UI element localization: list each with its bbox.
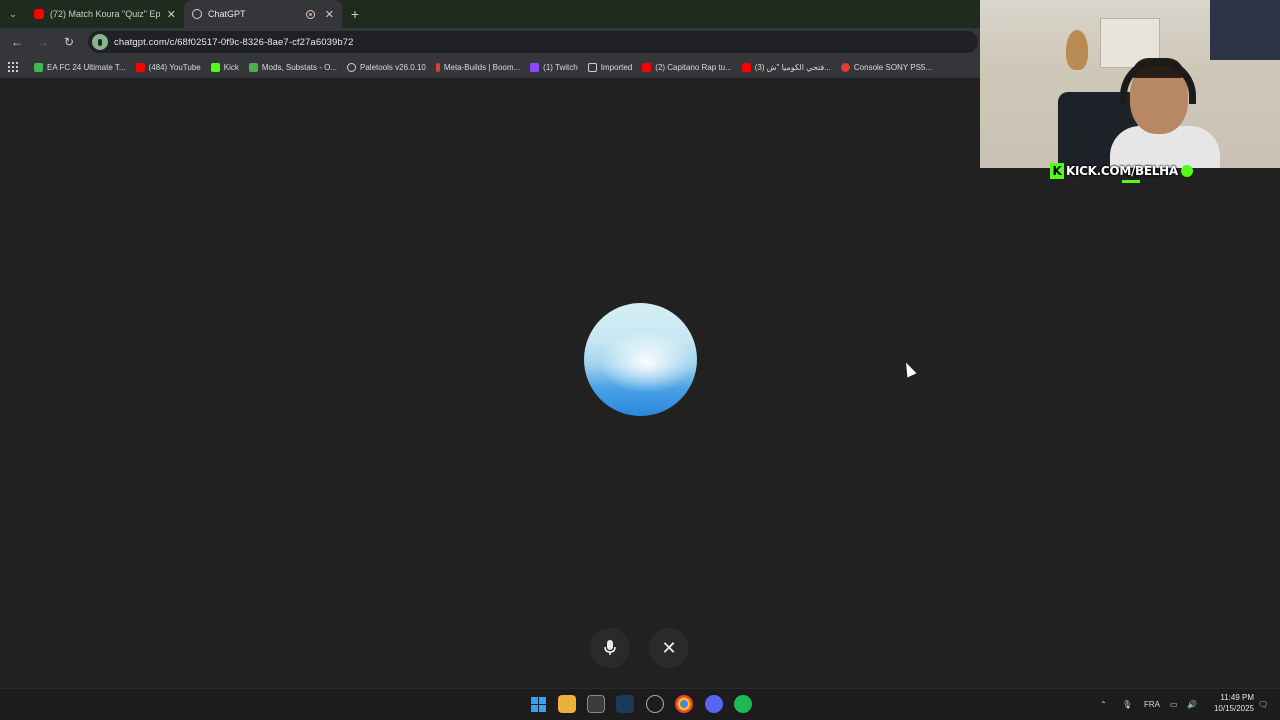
bookmark-mods[interactable]: Mods, Substats - O... [248, 62, 338, 72]
back-button[interactable]: ← [6, 31, 28, 53]
bookmark-label: (2) Capitano Rap tu... [655, 62, 732, 72]
recording-icon [305, 9, 315, 19]
tab-youtube[interactable]: (72) Match Koura "Quiz" Ep 03 • ✕ [26, 0, 184, 28]
kick-icon [210, 62, 220, 72]
address-bar[interactable]: chatgpt.com/c/68f02517-0f9c-8326-8ae7-cf… [88, 31, 978, 53]
mouse-cursor [901, 360, 917, 378]
tab-strip: ⌄ (72) Match Koura "Quiz" Ep 03 • ✕ Chat… [0, 0, 980, 28]
close-icon[interactable]: ✕ [325, 8, 334, 21]
channel-name: KICK.COM/BELHA [1066, 164, 1178, 178]
wall-poster [1210, 0, 1280, 60]
bookmark-label: Mods, Substats - O... [261, 62, 338, 72]
new-tab-button[interactable]: + [342, 0, 368, 28]
bookmark-twitch[interactable]: (1) Twitch [530, 62, 578, 72]
globe-icon [347, 62, 357, 72]
network-icon[interactable]: ▭ [1170, 688, 1178, 720]
end-voice-button[interactable]: ✕ [649, 628, 689, 668]
volume-icon[interactable]: 🔊 [1187, 688, 1197, 720]
bookmark-label: EA FC 24 Ultimate T... [47, 62, 126, 72]
bookmark-arabic-video[interactable]: (3) فتحي الكوميا "ش... [741, 62, 831, 72]
youtube-icon [642, 62, 652, 72]
tab-chatgpt[interactable]: ChatGPT ✕ [184, 0, 342, 28]
openai-icon [192, 9, 202, 19]
bookmark-label: Console SONY PS5... [853, 62, 933, 72]
tab-search-button[interactable]: ⌄ [0, 0, 26, 28]
microphone-icon [604, 640, 616, 655]
close-icon: ✕ [661, 637, 677, 658]
settings-icon[interactable] [646, 695, 664, 713]
clock-date: 10/15/2025 [1213, 704, 1254, 713]
show-hidden-icons-button[interactable]: ⌃ [1100, 688, 1107, 720]
bookmark-label: Imported [600, 62, 633, 72]
bookmark-kick[interactable]: Kick [210, 62, 239, 72]
bookmark-youtube[interactable]: (484) YouTube [135, 62, 201, 72]
bookmark-capitano[interactable]: (2) Capitano Rap tu... [642, 62, 732, 72]
microphone-icon[interactable] [92, 34, 108, 50]
bookmark-label: (3) فتحي الكوميا "ش... [754, 62, 831, 72]
bookmark-label: (484) YouTube [148, 62, 201, 72]
tab-title: ChatGPT [208, 9, 246, 19]
url-text: chatgpt.com/c/68f02517-0f9c-8326-8ae7-cf… [114, 36, 354, 48]
youtube-icon [741, 62, 751, 72]
microphone-tray-icon[interactable]: 🎙 [1122, 688, 1132, 720]
notification-icon[interactable]: 🗨 [1258, 688, 1268, 720]
voice-orb [584, 303, 697, 416]
windows-start-icon[interactable] [529, 695, 547, 713]
bookmark-label: Meta-Builds | Boom... [443, 62, 521, 72]
forward-button[interactable]: → [32, 31, 54, 53]
file-explorer-icon[interactable] [558, 695, 576, 713]
store-icon[interactable] [587, 695, 605, 713]
bookmark-label: Kick [223, 62, 239, 72]
discord-icon[interactable] [705, 695, 723, 713]
language-indicator[interactable]: FRA [1144, 688, 1160, 720]
bookmark-paletools[interactable]: Paletools v26.0.10 [347, 62, 426, 72]
twitch-icon [530, 62, 540, 72]
mods-icon [248, 62, 258, 72]
youtube-icon [34, 9, 44, 19]
kick-channel-badge: K KICK.COM/BELHA [1050, 162, 1193, 180]
mute-microphone-button[interactable] [590, 628, 630, 668]
webcam-overlay [980, 0, 1280, 168]
youtube-icon [135, 62, 145, 72]
bookmark-label: (1) Twitch [543, 62, 578, 72]
apps-grid-icon[interactable] [8, 62, 18, 72]
close-icon[interactable]: ✕ [167, 8, 176, 21]
clock-time: 11:49 PM [1220, 693, 1254, 702]
bookmarks-bar: EA FC 24 Ultimate T... (484) YouTube Kic… [0, 56, 980, 78]
bookmark-ea-fc[interactable]: EA FC 24 Ultimate T... [34, 62, 126, 72]
folder-icon [587, 62, 597, 72]
system-clock[interactable]: 11:49 PM 10/15/2025 [1206, 692, 1254, 714]
screen: ⌄ (72) Match Koura "Quiz" Ep 03 • ✕ Chat… [0, 0, 1280, 720]
kick-logo-icon: K [1050, 163, 1064, 179]
browser-toolbar: ← → ↻ chatgpt.com/c/68f02517-0f9c-8326-8… [0, 28, 980, 56]
bookmark-label: Paletools v26.0.10 [360, 62, 426, 72]
spotify-icon[interactable] [734, 695, 752, 713]
chrome-icon[interactable] [675, 695, 693, 713]
taskbar [0, 688, 1280, 720]
verified-icon [1180, 165, 1193, 177]
bookmark-folder-imported[interactable]: Imported [587, 62, 633, 72]
guitar [1066, 30, 1088, 70]
reload-button[interactable]: ↻ [58, 31, 80, 53]
heart-icon [840, 62, 850, 72]
kick-underline [1122, 180, 1140, 183]
tab-title: (72) Match Koura "Quiz" Ep 03 • [50, 9, 163, 19]
bookmark-console-ps5[interactable]: Console SONY PS5... [840, 62, 933, 72]
futbin-icon [34, 62, 43, 72]
metabuilds-icon [435, 62, 440, 72]
bookmark-meta-builds[interactable]: Meta-Builds | Boom... [435, 62, 521, 72]
steam-icon[interactable] [616, 695, 634, 713]
